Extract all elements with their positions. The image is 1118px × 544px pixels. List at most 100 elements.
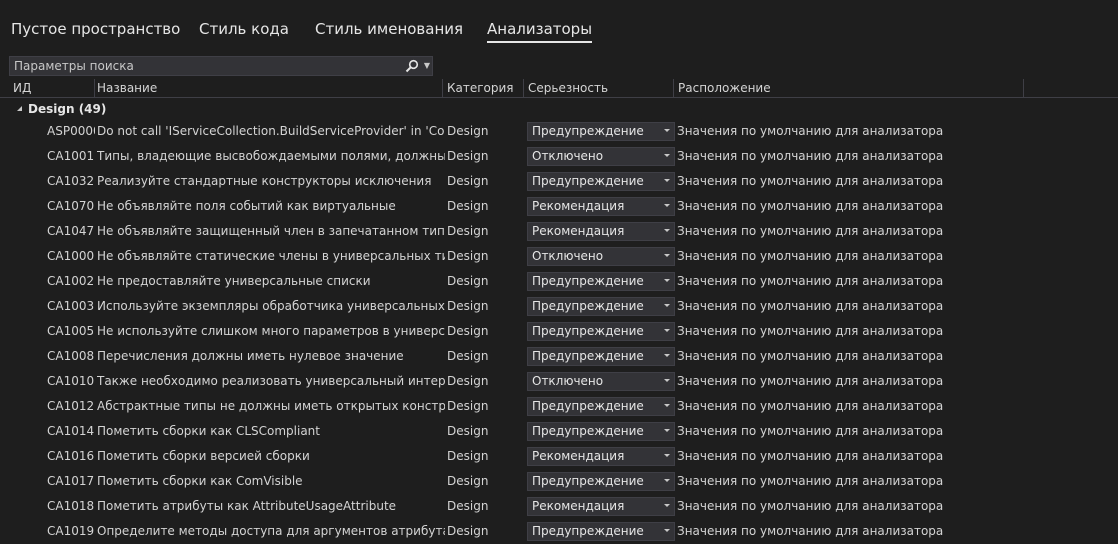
- severity-value: Предупреждение: [532, 349, 644, 363]
- chevron-down-icon: [664, 204, 670, 207]
- rule-name: Пометить сборки как CLSCompliant: [97, 424, 320, 438]
- rule-category: Design: [447, 474, 489, 488]
- table-row[interactable]: CA1005 Не используйте слишком много парам…: [0, 319, 1118, 344]
- severity-dropdown[interactable]: Отключено: [527, 247, 675, 266]
- column-header-id[interactable]: ИД: [9, 79, 95, 97]
- severity-dropdown[interactable]: Предупреждение: [527, 322, 675, 341]
- severity-dropdown[interactable]: Предупреждение: [527, 272, 675, 291]
- severity-dropdown[interactable]: Предупреждение: [527, 397, 675, 416]
- severity-dropdown[interactable]: Предупреждение: [527, 122, 675, 141]
- severity-dropdown[interactable]: Рекомендация: [527, 447, 675, 466]
- rule-id: CA1032: [47, 174, 95, 188]
- severity-dropdown[interactable]: Предупреждение: [527, 422, 675, 441]
- tab-analyzers[interactable]: Анализаторы: [487, 20, 593, 43]
- rule-id: CA1005: [47, 324, 95, 338]
- rule-name: Do not call 'IServiceCollection.BuildSer…: [97, 124, 445, 138]
- severity-value: Рекомендация: [532, 499, 625, 513]
- table-row[interactable]: CA1032 Реализуйте стандартные конструктор…: [0, 169, 1118, 194]
- table-row[interactable]: CA1003 Используйте экземпляры обработчика…: [0, 294, 1118, 319]
- rule-location: Значения по умолчанию для анализатора: [677, 299, 944, 313]
- table-row[interactable]: CA1018 Пометить атрибуты как AttributeUsa…: [0, 494, 1118, 519]
- table-row[interactable]: CA1047 Не объявляйте защищенный член в за…: [0, 219, 1118, 244]
- rule-name: Не используйте слишком много параметров …: [97, 324, 445, 338]
- table-row[interactable]: CA1070 Не объявляйте поля событий как вир…: [0, 194, 1118, 219]
- severity-dropdown[interactable]: Предупреждение: [527, 347, 675, 366]
- rule-location: Значения по умолчанию для анализатора: [677, 349, 944, 363]
- search-options-dropdown-icon[interactable]: ▼: [422, 59, 432, 73]
- rule-id: CA1012: [47, 399, 95, 413]
- severity-value: Отключено: [532, 374, 604, 388]
- severity-value: Предупреждение: [532, 474, 644, 488]
- rule-name: Типы, владеющие высвобождаемыми полями, …: [97, 149, 445, 163]
- rule-category: Design: [447, 274, 489, 288]
- table-row[interactable]: ASP0000Do not call 'IServiceCollection.B…: [0, 119, 1118, 144]
- severity-dropdown[interactable]: Отключено: [527, 147, 675, 166]
- severity-value: Отключено: [532, 249, 604, 263]
- group-count: (49): [78, 102, 107, 116]
- column-header-category[interactable]: Категория: [443, 79, 524, 97]
- column-header-severity[interactable]: Серьезность: [524, 79, 674, 97]
- rule-name: Используйте экземпляры обработчика униве…: [97, 299, 445, 313]
- collapse-triangle-icon[interactable]: [17, 106, 22, 111]
- severity-dropdown[interactable]: Рекомендация: [527, 222, 675, 241]
- table-row[interactable]: CA1001 Типы, владеющие высвобождаемыми по…: [0, 144, 1118, 169]
- severity-dropdown[interactable]: Предупреждение: [527, 297, 675, 316]
- search-input[interactable]: [10, 57, 404, 75]
- rule-category: Design: [447, 499, 489, 513]
- rule-location: Значения по умолчанию для анализатора: [677, 249, 944, 263]
- table-row[interactable]: CA1016 Пометить сборки версией сборки Desi…: [0, 444, 1118, 469]
- rule-category: Design: [447, 124, 489, 138]
- column-header-name[interactable]: Название: [93, 79, 443, 97]
- rule-location: Значения по умолчанию для анализатора: [677, 449, 944, 463]
- tab-code-style[interactable]: Стиль кода: [199, 20, 289, 38]
- group-header-design[interactable]: Design (49): [17, 101, 106, 117]
- tab-whitespace[interactable]: Пустое пространство: [11, 20, 180, 38]
- severity-value: Рекомендация: [532, 224, 625, 238]
- rule-id: CA1070: [47, 199, 95, 213]
- severity-value: Предупреждение: [532, 174, 644, 188]
- tab-naming-style[interactable]: Стиль именования: [315, 20, 463, 38]
- search-icon[interactable]: [405, 59, 419, 73]
- rule-location: Значения по умолчанию для анализатора: [677, 499, 944, 513]
- rule-name: Пометить сборки версией сборки: [97, 449, 310, 463]
- table-row[interactable]: CA1012 Абстрактные типы не должны иметь о…: [0, 394, 1118, 419]
- chevron-down-icon: [664, 154, 670, 157]
- chevron-down-icon: [664, 529, 670, 532]
- severity-dropdown[interactable]: Отключено: [527, 372, 675, 391]
- rule-category: Design: [447, 324, 489, 338]
- search-box: ▼: [9, 56, 433, 76]
- table-row[interactable]: CA1002 Не предоставляйте универсальные сп…: [0, 269, 1118, 294]
- table-row[interactable]: CA1010 Также необходимо реализовать униве…: [0, 369, 1118, 394]
- table-row[interactable]: CA1017 Пометить сборки как ComVisible Desi…: [0, 469, 1118, 494]
- severity-dropdown[interactable]: Предупреждение: [527, 472, 675, 491]
- table-row[interactable]: CA1019 Определите методы доступа для аргу…: [0, 519, 1118, 544]
- column-header-location[interactable]: Расположение: [674, 79, 1024, 97]
- table-row[interactable]: CA1014 Пометить сборки как CLSCompliant De…: [0, 419, 1118, 444]
- rule-id: CA1014: [47, 424, 95, 438]
- severity-dropdown[interactable]: Рекомендация: [527, 197, 675, 216]
- severity-dropdown[interactable]: Предупреждение: [527, 172, 675, 191]
- rule-id: CA1000: [47, 249, 95, 263]
- chevron-down-icon: [664, 229, 670, 232]
- rule-id: CA1018: [47, 499, 95, 513]
- rule-category: Design: [447, 174, 489, 188]
- rule-id: CA1017: [47, 474, 95, 488]
- rule-location: Значения по умолчанию для анализатора: [677, 399, 944, 413]
- table-row[interactable]: CA1000 Не объявляйте статические члены в …: [0, 244, 1118, 269]
- rule-name: Не объявляйте статические члены в универ…: [97, 249, 445, 263]
- rule-location: Значения по умолчанию для анализатора: [677, 324, 944, 338]
- severity-value: Рекомендация: [532, 199, 625, 213]
- rule-location: Значения по умолчанию для анализатора: [677, 174, 944, 188]
- rule-location: Значения по умолчанию для анализатора: [677, 524, 944, 538]
- severity-dropdown[interactable]: Рекомендация: [527, 497, 675, 516]
- table-header: ИД Название Категория Серьезность Распол…: [0, 79, 1118, 98]
- rule-id: CA1002: [47, 274, 95, 288]
- rule-name: Определите методы доступа для аргументов…: [97, 524, 445, 538]
- chevron-down-icon: [664, 279, 670, 282]
- rule-category: Design: [447, 524, 489, 538]
- rule-category: Design: [447, 149, 489, 163]
- severity-value: Предупреждение: [532, 399, 644, 413]
- rule-category: Design: [447, 199, 489, 213]
- table-row[interactable]: CA1008 Перечисления должны иметь нулевое …: [0, 344, 1118, 369]
- severity-dropdown[interactable]: Предупреждение: [527, 522, 675, 541]
